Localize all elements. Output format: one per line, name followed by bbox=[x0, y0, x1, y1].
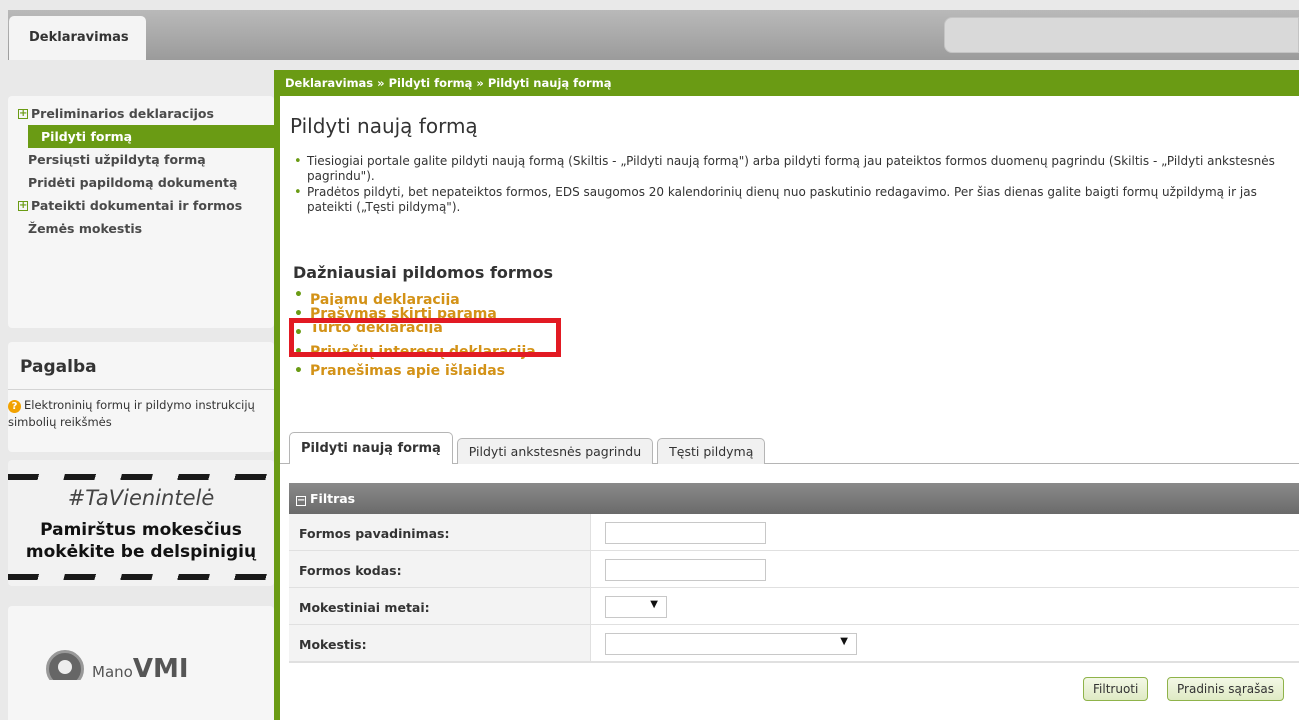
freq-item-pajamu[interactable]: • Pajamų deklaracija bbox=[294, 286, 1299, 305]
reset-list-button[interactable]: Pradinis sąrašas bbox=[1167, 677, 1285, 701]
top-search-area[interactable] bbox=[944, 17, 1299, 53]
filter-row-code: Formos kodas: bbox=[289, 551, 1299, 588]
top-tab-deklaravimas[interactable]: Deklaravimas bbox=[9, 16, 146, 60]
main-content: Deklaravimas » Pildyti formą » Pildyti n… bbox=[274, 70, 1299, 720]
form-name-input[interactable] bbox=[605, 522, 766, 544]
tax-year-select[interactable]: ▼ bbox=[605, 596, 667, 618]
mano-text: Mano bbox=[92, 663, 133, 681]
sidebar-item-label: Žemės mokestis bbox=[28, 221, 143, 236]
form-code-input[interactable] bbox=[605, 559, 766, 581]
dropdown-arrow-icon: ▼ bbox=[650, 599, 658, 610]
filter-form: Formos pavadinimas: Formos kodas: Mokest… bbox=[289, 514, 1299, 662]
banner-stripe-top bbox=[8, 474, 274, 480]
filter-row-tax: Mokestis: ▼ bbox=[289, 625, 1299, 662]
freq-item-pranesimas[interactable]: • Pranešimas apie išlaidas bbox=[294, 362, 1299, 381]
breadcrumb: Deklaravimas » Pildyti formą » Pildyti n… bbox=[280, 70, 1299, 96]
filter-buttons: Filtruoti Pradinis sąrašas bbox=[289, 662, 1299, 720]
info-item-1: Tiesiogiai portale galite pildyti naują … bbox=[294, 154, 1299, 184]
sidebar-item-label: Persiųsti užpildytą formą bbox=[28, 152, 206, 167]
left-column: + Preliminarios deklaracijos Pildyti for… bbox=[8, 60, 274, 720]
tax-year-label: Mokestiniai metai: bbox=[289, 588, 591, 624]
form-name-label: Formos pavadinimas: bbox=[289, 514, 591, 550]
sidebar-menu: + Preliminarios deklaracijos Pildyti for… bbox=[8, 96, 274, 328]
banner-stripe-bottom bbox=[8, 574, 274, 580]
sidebar-item-preliminarios[interactable]: + Preliminarios deklaracijos bbox=[8, 102, 274, 125]
page: Deklaravimas + Preliminarios deklaracijo… bbox=[0, 0, 1299, 720]
expand-plus-icon[interactable]: + bbox=[18, 200, 28, 211]
sidebar-item-label: Pateikti dokumentai ir formos bbox=[31, 198, 243, 213]
highlight-box bbox=[289, 318, 561, 357]
freq-link-pranesimas[interactable]: Pranešimas apie išlaidas bbox=[310, 363, 505, 379]
tab-pildyti-nauja[interactable]: Pildyti naują formą bbox=[289, 432, 453, 464]
sidebar-item-label: Pridėti papildomą dokumentą bbox=[28, 175, 238, 190]
filter-row-name: Formos pavadinimas: bbox=[289, 514, 1299, 551]
freq-link-pajamu[interactable]: Pajamų deklaracija bbox=[310, 286, 460, 305]
help-link-text[interactable]: Elektroninių formų ir pildymo instrukcij… bbox=[8, 398, 255, 429]
question-icon: ? bbox=[8, 400, 21, 413]
page-title: Pildyti naują formą bbox=[290, 114, 478, 138]
sidebar-item-zemes-mokestis[interactable]: Žemės mokestis bbox=[8, 217, 274, 240]
filter-row-year: Mokestiniai metai: ▼ bbox=[289, 588, 1299, 625]
help-panel: Pagalba ? Elektroninių formų ir pildymo i… bbox=[8, 342, 274, 452]
frequent-forms-title: Dažniausiai pildomos formos bbox=[293, 263, 553, 282]
tab-pildyti-ankstesnes[interactable]: Pildyti ankstesnės pagrindu bbox=[456, 438, 654, 464]
filter-title: Filtras bbox=[310, 491, 356, 506]
banner-line-1: Pamirštus mokesčius bbox=[40, 520, 242, 540]
banner-line-2: mokėkite be delspinigių bbox=[25, 542, 257, 562]
form-code-label: Formos kodas: bbox=[289, 551, 591, 587]
bullet-icon: • bbox=[294, 287, 303, 303]
banner-hashtag: #TaVienintelė bbox=[67, 486, 215, 510]
sidebar-item-pateikti[interactable]: + Pateikti dokumentai ir formos bbox=[8, 194, 274, 217]
expand-plus-icon[interactable]: + bbox=[18, 108, 28, 119]
tax-label: Mokestis: bbox=[289, 625, 591, 661]
collapse-minus-icon[interactable]: − bbox=[296, 496, 306, 506]
sidebar-item-label: Preliminarios deklaracijos bbox=[31, 106, 214, 121]
sidebar-blank-panel bbox=[8, 680, 274, 720]
help-title: Pagalba bbox=[8, 342, 274, 390]
filter-button[interactable]: Filtruoti bbox=[1083, 677, 1149, 701]
sidebar-item-pildyti-forma[interactable]: Pildyti formą bbox=[28, 125, 274, 148]
dropdown-arrow-icon: ▼ bbox=[840, 636, 848, 647]
sidebar-item-persiusti[interactable]: Persiųsti užpildytą formą bbox=[8, 148, 274, 171]
sidebar-item-label: Pildyti formą bbox=[41, 129, 133, 144]
info-list: Tiesiogiai portale galite pildyti naują … bbox=[280, 154, 1299, 215]
tax-select[interactable]: ▼ bbox=[605, 633, 857, 655]
tab-testi-pildyma[interactable]: Tęsti pildymą bbox=[657, 438, 766, 464]
sidebar-item-prideti[interactable]: Pridėti papildomą dokumentą bbox=[8, 171, 274, 194]
help-link[interactable]: ? Elektroninių formų ir pildymo instrukci… bbox=[8, 390, 274, 431]
info-item-2: Pradėtos pildyti, bet nepateiktos formos… bbox=[294, 185, 1299, 215]
tab-bar: Pildyti naują formą Pildyti ankstesnės p… bbox=[289, 432, 769, 464]
filter-header[interactable]: − Filtras bbox=[289, 483, 1299, 514]
promo-banner[interactable]: #TaVienintelė Pamirštus mokesčius mokėki… bbox=[8, 460, 274, 586]
bullet-icon: • bbox=[294, 363, 303, 379]
